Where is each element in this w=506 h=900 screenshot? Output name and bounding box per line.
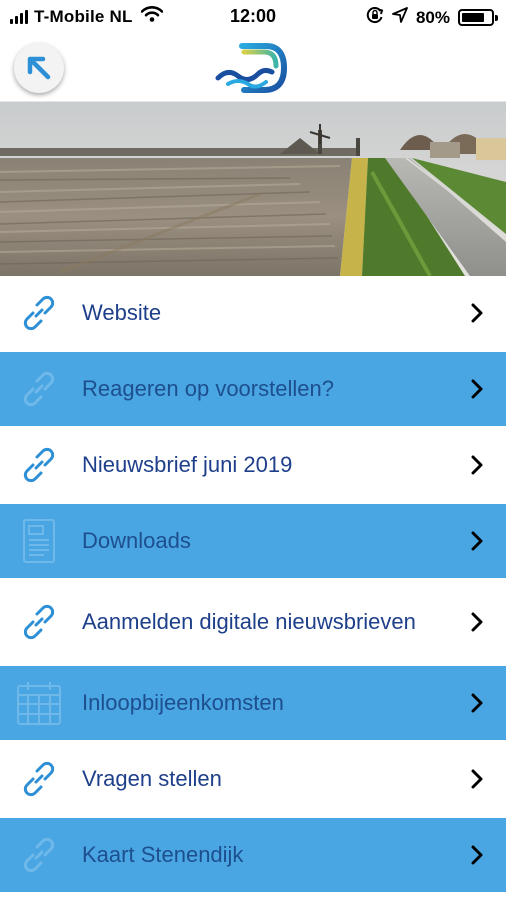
link-icon xyxy=(16,442,62,488)
menu-item-inloopbijeenkomsten[interactable]: Inloopbijeenkomsten xyxy=(0,666,506,742)
location-icon xyxy=(392,7,408,28)
link-icon xyxy=(16,290,62,336)
link-icon xyxy=(16,366,62,412)
menu-item-label: Aanmelden digitale nieuwsbrieven xyxy=(82,609,416,634)
status-right: 80% xyxy=(366,6,498,29)
menu-list: Website Reageren op voorstellen? Nieuwsb… xyxy=(0,276,506,894)
chevron-right-icon xyxy=(471,612,483,632)
menu-item-label: Inloopbijeenkomsten xyxy=(82,690,284,715)
menu-item-kaart-stenendijk[interactable]: Kaart Stenendijk xyxy=(0,818,506,894)
chevron-right-icon xyxy=(471,769,483,789)
app-header xyxy=(0,34,506,102)
arrow-up-left-icon xyxy=(27,56,51,80)
back-button[interactable] xyxy=(14,43,64,93)
menu-item-website[interactable]: Website xyxy=(0,276,506,352)
hero-image xyxy=(0,102,506,276)
menu-item-nieuwsbrief[interactable]: Nieuwsbrief juni 2019 xyxy=(0,428,506,504)
chevron-right-icon xyxy=(471,455,483,475)
menu-item-label: Kaart Stenendijk xyxy=(82,842,244,867)
menu-item-label: Downloads xyxy=(82,528,191,553)
battery-icon xyxy=(458,9,498,26)
document-icon xyxy=(16,518,62,564)
screen-lock-icon xyxy=(366,6,384,29)
link-icon xyxy=(16,832,62,878)
link-icon xyxy=(16,599,62,645)
menu-item-vragen-stellen[interactable]: Vragen stellen xyxy=(0,742,506,818)
chevron-right-icon xyxy=(471,531,483,551)
chevron-right-icon xyxy=(471,303,483,323)
chevron-right-icon xyxy=(471,379,483,399)
chevron-right-icon xyxy=(471,693,483,713)
battery-percent: 80% xyxy=(415,7,450,27)
chevron-right-icon xyxy=(471,845,483,865)
status-bar: T-Mobile NL 12:00 80% xyxy=(0,0,506,34)
link-icon xyxy=(16,756,62,802)
calendar-icon xyxy=(16,680,62,726)
menu-item-aanmelden[interactable]: Aanmelden digitale nieuwsbrieven xyxy=(0,580,506,666)
menu-item-label: Reageren op voorstellen? xyxy=(82,376,334,401)
menu-item-label: Vragen stellen xyxy=(82,766,222,791)
menu-item-downloads[interactable]: Downloads xyxy=(0,504,506,580)
menu-item-label: Website xyxy=(82,300,162,325)
menu-item-label: Nieuwsbrief juni 2019 xyxy=(82,452,293,477)
wave-logo xyxy=(215,43,288,93)
menu-item-reageren[interactable]: Reageren op voorstellen? xyxy=(0,352,506,428)
